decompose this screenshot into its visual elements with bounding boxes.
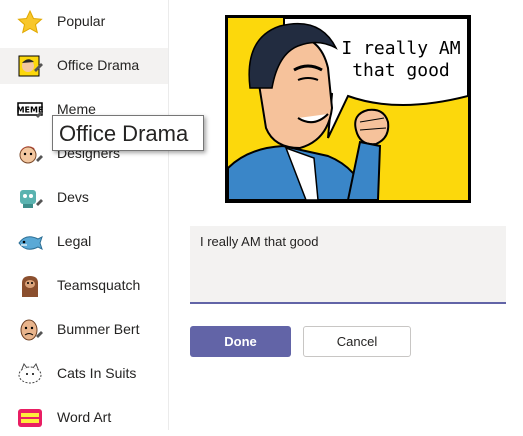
sidebar-item-legal[interactable]: Legal — [0, 224, 168, 260]
sidebar-item-cats-in-suits[interactable]: Cats In Suits — [0, 356, 168, 392]
sidebar-item-label: Office Drama — [57, 57, 140, 73]
sidebar-item-label: Cats In Suits — [57, 365, 137, 381]
cancel-button[interactable]: Cancel — [303, 326, 411, 357]
sidebar-item-popular[interactable]: Popular — [0, 4, 168, 40]
sidebar-item-devs[interactable]: Devs — [0, 180, 168, 216]
legal-icon — [16, 229, 44, 255]
word-art-icon — [16, 405, 44, 431]
sidebar-item-label: Teamsquatch — [57, 277, 141, 293]
devs-icon — [16, 185, 44, 211]
caption-text-input[interactable]: I really AM that good — [190, 226, 506, 304]
star-icon — [16, 9, 44, 35]
cats-in-suits-icon — [16, 361, 44, 387]
sidebar-item-label: Devs — [57, 189, 89, 205]
sidebar-item-label: Legal — [57, 233, 92, 249]
sticker-category-sidebar: Popular Office Drama MEME Meme Designers… — [0, 0, 169, 430]
teamsquatch-icon — [16, 273, 44, 299]
sidebar-item-label: Word Art — [57, 409, 112, 425]
sidebar-item-label: Popular — [57, 13, 106, 29]
sidebar-item-word-art[interactable]: Word Art — [0, 400, 168, 436]
sidebar-item-office-drama[interactable]: Office Drama — [0, 48, 168, 84]
meme-preview-image: I really AM that good — [225, 15, 471, 203]
sidebar-item-bummer-bert[interactable]: Bummer Bert — [0, 312, 168, 348]
meme-caption: I really AM that good — [341, 38, 461, 81]
meme-icon: MEME — [16, 97, 44, 123]
bummer-bert-icon — [16, 317, 44, 343]
designers-icon — [16, 141, 44, 167]
sidebar-item-teamsquatch[interactable]: Teamsquatch — [0, 268, 168, 304]
done-button[interactable]: Done — [190, 326, 291, 357]
tooltip: Office Drama — [52, 115, 204, 151]
sidebar-item-label: Bummer Bert — [57, 321, 140, 337]
office-drama-icon — [16, 53, 44, 79]
